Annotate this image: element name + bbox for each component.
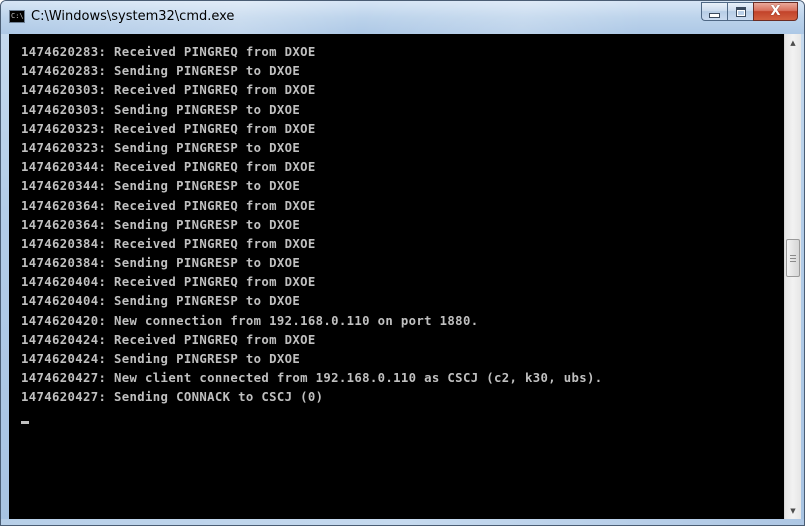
arrow-down-icon: ▼ bbox=[790, 506, 796, 515]
console-line: 1474620303: Received PINGREQ from DXOE bbox=[21, 83, 316, 98]
window-bottom-border bbox=[1, 519, 804, 525]
console-line: 1474620283: Sending PINGRESP to DXOE bbox=[21, 64, 301, 79]
text-cursor bbox=[21, 420, 29, 424]
close-icon: X bbox=[770, 4, 781, 19]
window-controls: X bbox=[701, 2, 798, 22]
console-line: 1474620427: Sending CONNACK to CSCJ (0) bbox=[21, 390, 324, 405]
console-line: 1474620420: New connection from 192.168.… bbox=[21, 313, 479, 328]
console-line: 1474620424: Sending PINGRESP to DXOE bbox=[21, 352, 301, 366]
scroll-down-button[interactable]: ▼ bbox=[785, 502, 801, 519]
scrollbar-thumb[interactable] bbox=[786, 239, 800, 277]
scroll-up-button[interactable]: ▲ bbox=[785, 34, 801, 51]
grip-icon bbox=[790, 254, 796, 262]
console-line: 1474620364: Sending PINGRESP to DXOE bbox=[21, 217, 301, 232]
minimize-button[interactable] bbox=[701, 2, 727, 21]
console-line: 1474620424: Received PINGREQ from DXOE bbox=[21, 332, 316, 347]
cmd-app-icon[interactable]: C:\ bbox=[9, 10, 25, 23]
console-line: 1474620404: Sending PINGRESP to DXOE bbox=[21, 294, 301, 309]
title-bar[interactable]: C:\ C:\Windows\system32\cmd.exe X bbox=[1, 1, 804, 34]
console-line: 1474620344: Sending PINGRESP to DXOE bbox=[21, 179, 301, 194]
vertical-scrollbar[interactable]: ▲ ▼ bbox=[784, 34, 801, 519]
window-title: C:\Windows\system32\cmd.exe bbox=[31, 9, 235, 24]
maximize-button[interactable] bbox=[727, 2, 753, 21]
console-line: 1474620303: Sending PINGRESP to DXOE bbox=[21, 102, 301, 117]
maximize-icon bbox=[735, 6, 746, 17]
console-line: 1474620323: Received PINGREQ from DXOE bbox=[21, 121, 316, 136]
minimize-icon bbox=[709, 12, 720, 18]
console-output[interactable]: 1474620283: Received PINGREQ from DXOE 14… bbox=[9, 34, 784, 519]
console-line: 1474620364: Received PINGREQ from DXOE bbox=[21, 198, 316, 213]
console-line: 1474620323: Sending PINGRESP to DXOE bbox=[21, 140, 301, 155]
console-line: 1474620384: Received PINGREQ from DXOE bbox=[21, 236, 316, 251]
arrow-up-icon: ▲ bbox=[790, 38, 796, 47]
close-button[interactable]: X bbox=[753, 2, 798, 21]
console-line: 1474620384: Sending PINGRESP to DXOE bbox=[21, 256, 301, 271]
console-lines: 1474620283: Received PINGREQ from DXOE 14… bbox=[21, 43, 784, 408]
cmd-window: C:\ C:\Windows\system32\cmd.exe X 147462… bbox=[0, 0, 805, 526]
console-line: 1474620283: Received PINGREQ from DXOE bbox=[21, 45, 316, 59]
console-line: 1474620404: Received PINGREQ from DXOE bbox=[21, 275, 316, 290]
console-line: 1474620344: Received PINGREQ from DXOE bbox=[21, 160, 316, 175]
console-line: 1474620427: New client connected from 19… bbox=[21, 371, 603, 386]
